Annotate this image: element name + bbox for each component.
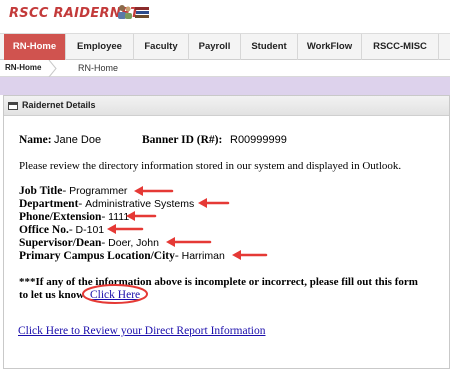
field-value: Programmer — [69, 185, 128, 197]
field-label: Office No. — [19, 224, 69, 236]
click-here-link[interactable]: Click Here — [90, 289, 140, 302]
field-label: Supervisor/Dean — [19, 237, 102, 249]
field-value: Doer, John — [108, 237, 159, 249]
field-job-title: Job Title- Programmer — [19, 185, 127, 198]
name-label: Name: — [19, 134, 52, 146]
tab-rn-home[interactable]: RN-Home — [4, 34, 66, 60]
notice-text-line2: to let us know — [19, 289, 85, 301]
tab-rscc-misc[interactable]: RSCC-MISC — [362, 34, 439, 60]
tab-employee[interactable]: Employee — [66, 34, 134, 60]
field-office: Office No.- D-101 — [19, 224, 104, 237]
main-nav: RN-Home Employee Faculty Payroll Student… — [0, 33, 450, 60]
chevron-right-icon — [48, 60, 57, 77]
tab-payroll[interactable]: Payroll — [189, 34, 241, 60]
window-icon — [8, 102, 18, 110]
tab-workflow[interactable]: WorkFlow — [298, 34, 362, 60]
breadcrumb: RN-Home RN-Home — [0, 60, 450, 77]
section-divider — [0, 77, 450, 95]
field-value: D-101 — [75, 224, 105, 236]
banner-id-label: Banner ID (R#): — [142, 134, 223, 146]
field-separator: - — [174, 250, 182, 262]
field-value: Harriman — [181, 250, 225, 262]
field-department: Department- Administrative Systems — [19, 198, 194, 211]
banner-id-value: R00999999 — [230, 134, 287, 146]
field-supervisor: Supervisor/Dean- Doer, John — [19, 237, 159, 250]
breadcrumb-root[interactable]: RN-Home — [5, 63, 41, 72]
panel-title: Raidernet Details — [22, 100, 96, 110]
tab-student[interactable]: Student — [241, 34, 298, 60]
app-header: RSCC RAIDERNET — [0, 0, 450, 33]
panel-header: Raidernet Details — [4, 96, 449, 116]
people-icon — [118, 5, 132, 19]
field-separator: - — [68, 224, 76, 236]
field-label: Primary Campus Location/City — [19, 250, 175, 262]
name-value: Jane Doe — [54, 134, 102, 146]
field-label: Job Title — [19, 185, 63, 197]
field-value: 1111 — [108, 211, 130, 223]
intro-text: Please review the directory information … — [19, 160, 402, 172]
field-phone: Phone/Extension- 1111 — [19, 211, 129, 224]
field-label: Department — [19, 198, 79, 210]
tab-faculty[interactable]: Faculty — [134, 34, 189, 60]
field-label: Phone/Extension — [19, 211, 102, 223]
field-campus: Primary Campus Location/City- Harriman — [19, 250, 225, 263]
notice-text: ***If any of the information above is in… — [19, 276, 418, 288]
books-icon — [135, 7, 149, 18]
breadcrumb-current: RN-Home — [78, 63, 119, 73]
field-value: Administrative Systems — [85, 198, 195, 210]
direct-report-link[interactable]: Click Here to Review your Direct Report … — [18, 325, 266, 338]
